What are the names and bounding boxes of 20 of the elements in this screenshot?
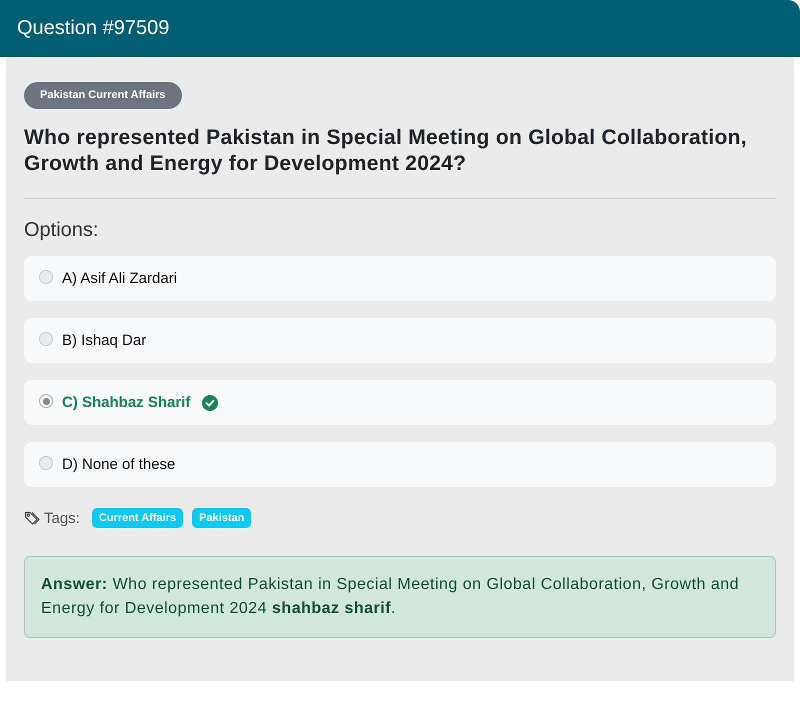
check-circle-icon [202,394,218,410]
radio-button[interactable] [39,270,53,284]
tag-icon [24,510,40,526]
question-text: Who represented Pakistan in Special Meeting on Global Collaboration, Growth and Energy for Development 2024? [24,125,748,177]
option-label: B) Ishaq Dar [62,332,146,349]
radio-button[interactable] [39,456,53,470]
radio-button[interactable] [39,332,53,346]
option-row[interactable]: B) Ishaq Dar [24,318,776,363]
option-row[interactable]: D) None of these [24,442,776,487]
options-heading: Options: [24,218,100,243]
option-label: D) None of these [62,456,176,473]
answer-text: Answer: Who represented Pakistan in Special Meeting on Global Collaboration, Growth and Energy for Development 2024 shahbaz sharif. [41,575,740,619]
option-label: A) Asif Ali Zardari [62,270,178,287]
radio-button[interactable] [39,394,53,408]
option-row[interactable]: A) Asif Ali Zardari [24,256,776,301]
category-badge[interactable]: Pakistan Current Affairs [24,82,182,109]
option-label: C) Shahbaz Sharif [62,394,190,411]
question-number-title: Question #97509 [17,17,170,40]
option-row[interactable]: C) Shahbaz Sharif [24,380,776,425]
tags-label: Tags: [44,510,80,526]
